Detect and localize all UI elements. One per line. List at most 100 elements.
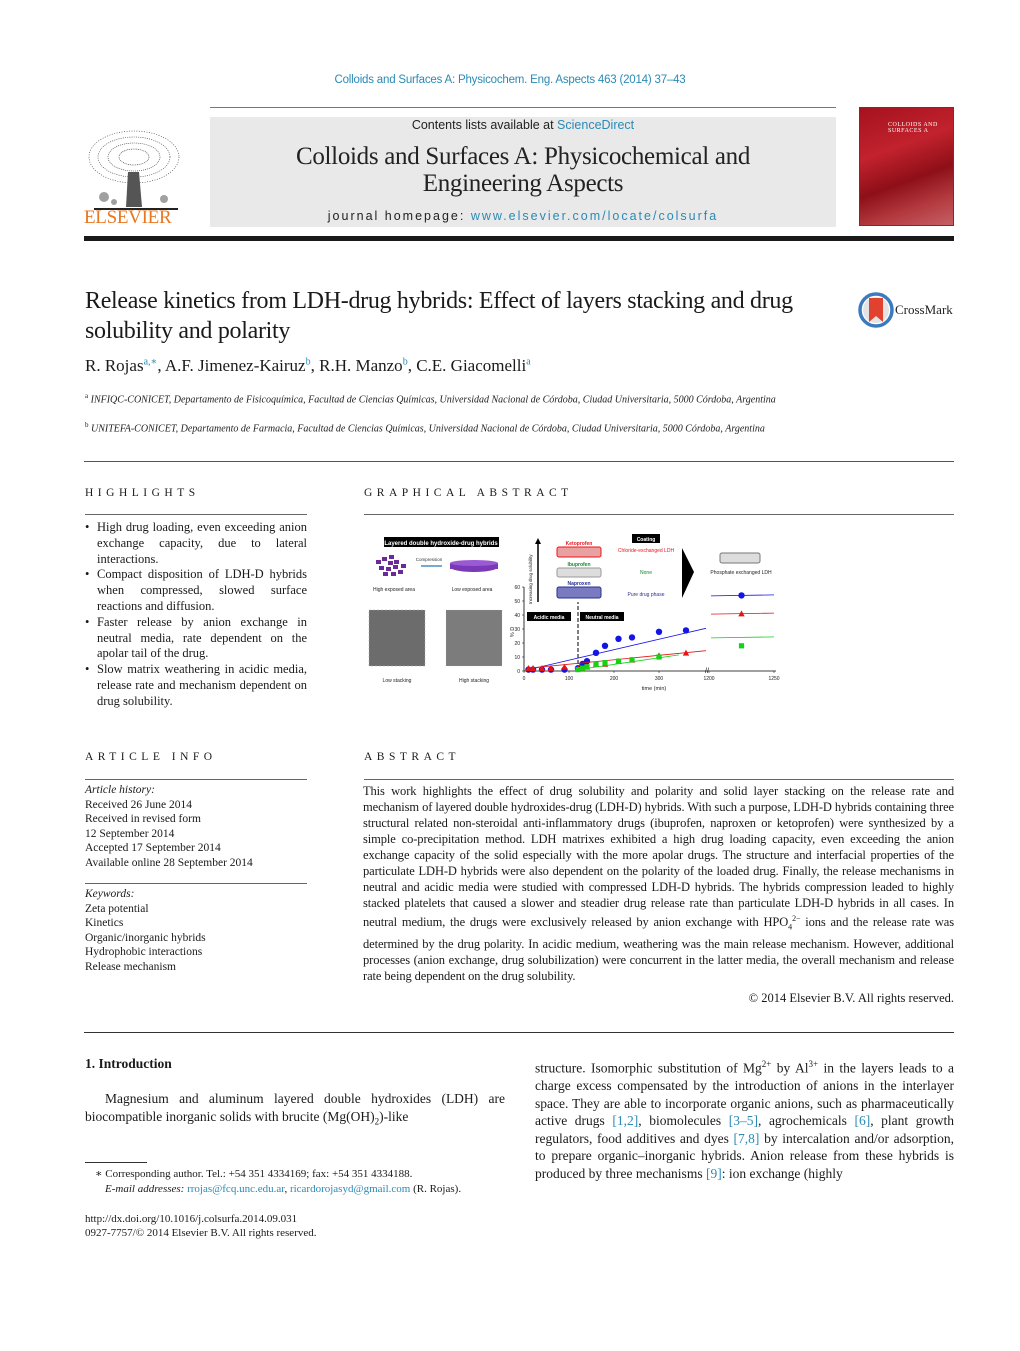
data-point-ibuprofen [615, 658, 622, 664]
ga-coating-label: Pure drug phase [628, 592, 665, 598]
ga-drug-label: Ibuprofen [567, 562, 590, 568]
history-label: Article history: [85, 784, 155, 796]
issn-copyright: 0927-7757/© 2014 Elsevier B.V. All right… [85, 1227, 317, 1239]
reference-link[interactable]: [1,2] [612, 1113, 638, 1128]
journal-title-line1: Colloids and Surfaces A: Physicochemical… [295, 143, 751, 170]
keyword: Release mechanism [85, 960, 177, 973]
data-point-ibuprofen [584, 664, 590, 670]
homepage-prefix: journal homepage: [327, 209, 471, 223]
data-point-naproxen [615, 635, 622, 642]
section-divider [84, 461, 954, 462]
history-item: Accepted 17 September 2014 [85, 842, 221, 854]
ga-big-arrow [682, 548, 694, 598]
homepage-link[interactable]: www.elsevier.com/locate/colsurfa [471, 209, 718, 223]
corresponding-author-note: ∗ Corresponding author. Tel.: +54 351 43… [95, 1168, 413, 1180]
data-point-naproxen [592, 649, 600, 656]
ga-coating-label: None [640, 570, 652, 576]
y-tick-label: 0 [517, 669, 520, 675]
plateau-line-ibuprofen [710, 636, 775, 639]
highlight-item: Compact disposition of LDH-D hybrids whe… [85, 567, 307, 614]
highlights-list: High drug loading, even exceeding anion … [85, 520, 307, 710]
article-info-heading: ARTICLE INFO [85, 751, 217, 763]
fit-line-ibuprofen [577, 654, 680, 670]
contents-prefix: Contents lists available at [411, 118, 558, 132]
y-tick-label: 60 [514, 585, 520, 591]
journal-cover-image[interactable]: COLLOIDS AND SURFACES A [859, 107, 954, 226]
journal-citation-link[interactable]: Colloids and Surfaces A: Physicochem. En… [0, 74, 1020, 86]
reference-link[interactable]: [9] [706, 1166, 722, 1181]
ga-phosphate-label: Phosphate exchanged LDH [710, 570, 772, 576]
introduction-heading: 1. Introduction [85, 1056, 172, 1071]
abstract-text: This work highlights the effect of drug … [363, 784, 954, 983]
y-tick-label: 10 [514, 655, 520, 661]
ga-drug-label: Ketoprofen [566, 541, 593, 547]
abstract-heading: ABSTRACT [364, 751, 461, 763]
author[interactable]: C.E. Giacomellia [416, 356, 530, 375]
history-item: 12 September 2014 [85, 827, 175, 840]
x-tick-label: 200 [610, 676, 619, 682]
history-item: Received 26 June 2014 [85, 798, 192, 811]
elsevier-wordmark: ELSEVIER [84, 207, 172, 228]
data-point-naproxen [601, 642, 609, 649]
release-chart: % D time (min) 0102030405060 0 100 200 300 1… [510, 585, 780, 692]
keywords-label: Keywords: [85, 888, 135, 900]
author-list: R. Rojasa,∗, A.F. Jimenez-Kairuzb, R.H. … [85, 356, 531, 375]
email-note: E-mail addresses: rrojas@fcq.unc.edu.ar,… [105, 1183, 462, 1195]
ga-drug-pellet-ibuprofen [556, 567, 602, 578]
cover-title: COLLOIDS AND SURFACES A [888, 122, 938, 134]
ga-solubility-label: Increasing drug solubility [528, 554, 533, 604]
highlights-rule [85, 514, 307, 515]
affiliation-b: b UNITEFA-CONICET, Departamento de Farma… [85, 421, 765, 435]
data-point-naproxen [655, 628, 663, 635]
sciencedirect-link[interactable]: ScienceDirect [557, 118, 634, 132]
data-point-ibuprofen [575, 667, 581, 673]
data-point-naproxen [583, 658, 591, 665]
data-point-ibuprofen [738, 643, 745, 649]
keywords-rule [85, 883, 307, 884]
data-point-ibuprofen [602, 660, 608, 666]
reference-link[interactable]: [3–5] [729, 1113, 758, 1128]
x-tick-label: 1250 [768, 676, 779, 682]
data-point-ibuprofen [629, 657, 635, 663]
y-tick-label: 40 [514, 613, 520, 619]
history-item: Available online 28 September 2014 [85, 856, 253, 869]
article-history: Article history: Received 26 June 2014 R… [85, 783, 307, 870]
author[interactable]: R. Rojasa,∗ [85, 356, 157, 375]
x-tick-label: 100 [565, 676, 574, 682]
ga-low-exposed-label: Low exposed area [452, 587, 493, 593]
ga-phosphate-pellet [719, 552, 761, 564]
reference-link[interactable]: [6] [854, 1113, 870, 1128]
data-point-ibuprofen [579, 665, 586, 671]
front-matter-rule [84, 1032, 954, 1033]
ga-particles [376, 555, 406, 576]
data-point-naproxen [682, 627, 690, 634]
email-link[interactable]: rrojas@fcq.unc.edu.ar [187, 1183, 284, 1195]
ga-sem-low-stacking [369, 610, 425, 666]
crossmark-button[interactable]: CrossMark [858, 291, 958, 331]
axis-break-mark: // [705, 668, 709, 675]
graphical-abstract-figure[interactable]: Layered double hydroxide-drug hybrids Co… [364, 520, 780, 695]
keywords: Keywords: Zeta potential Kinetics Organi… [85, 887, 307, 974]
graphical-abstract-heading: GRAPHICAL ABSTRACT [364, 487, 573, 499]
y-tick-label: 30 [514, 627, 520, 633]
keyword: Hydrophobic interactions [85, 946, 203, 958]
ga-drug-label: Naproxen [567, 581, 590, 587]
contents-line: Contents lists available at ScienceDirec… [210, 118, 836, 132]
keyword: Organic/inorganic hybrids [85, 931, 206, 944]
highlight-item: High drug loading, even exceeding anion … [85, 520, 307, 567]
author[interactable]: R.H. Manzob [319, 356, 408, 375]
email-link[interactable]: ricardorojasyd@gmail.com [290, 1183, 410, 1195]
intro-left-column: Magnesium and aluminum layered double hy… [85, 1091, 505, 1127]
keyword: Zeta potential [85, 902, 149, 915]
reference-link[interactable]: [7,8] [734, 1131, 760, 1146]
doi-link[interactable]: http://dx.doi.org/10.1016/j.colsurfa.201… [85, 1212, 515, 1227]
header-thick-rule [84, 236, 954, 241]
data-point-ibuprofen [593, 661, 599, 667]
data-point-ibuprofen [656, 654, 662, 660]
ga-coating-title: Coating [637, 537, 656, 543]
x-tick-label: 0 [523, 676, 526, 682]
data-point-naproxen [738, 592, 745, 599]
ga-low-stacking-label: Low stacking [383, 678, 412, 684]
highlight-item: Slow matrix weathering in acidic media, … [85, 662, 307, 709]
author[interactable]: A.F. Jimenez-Kairuzb [165, 356, 311, 375]
